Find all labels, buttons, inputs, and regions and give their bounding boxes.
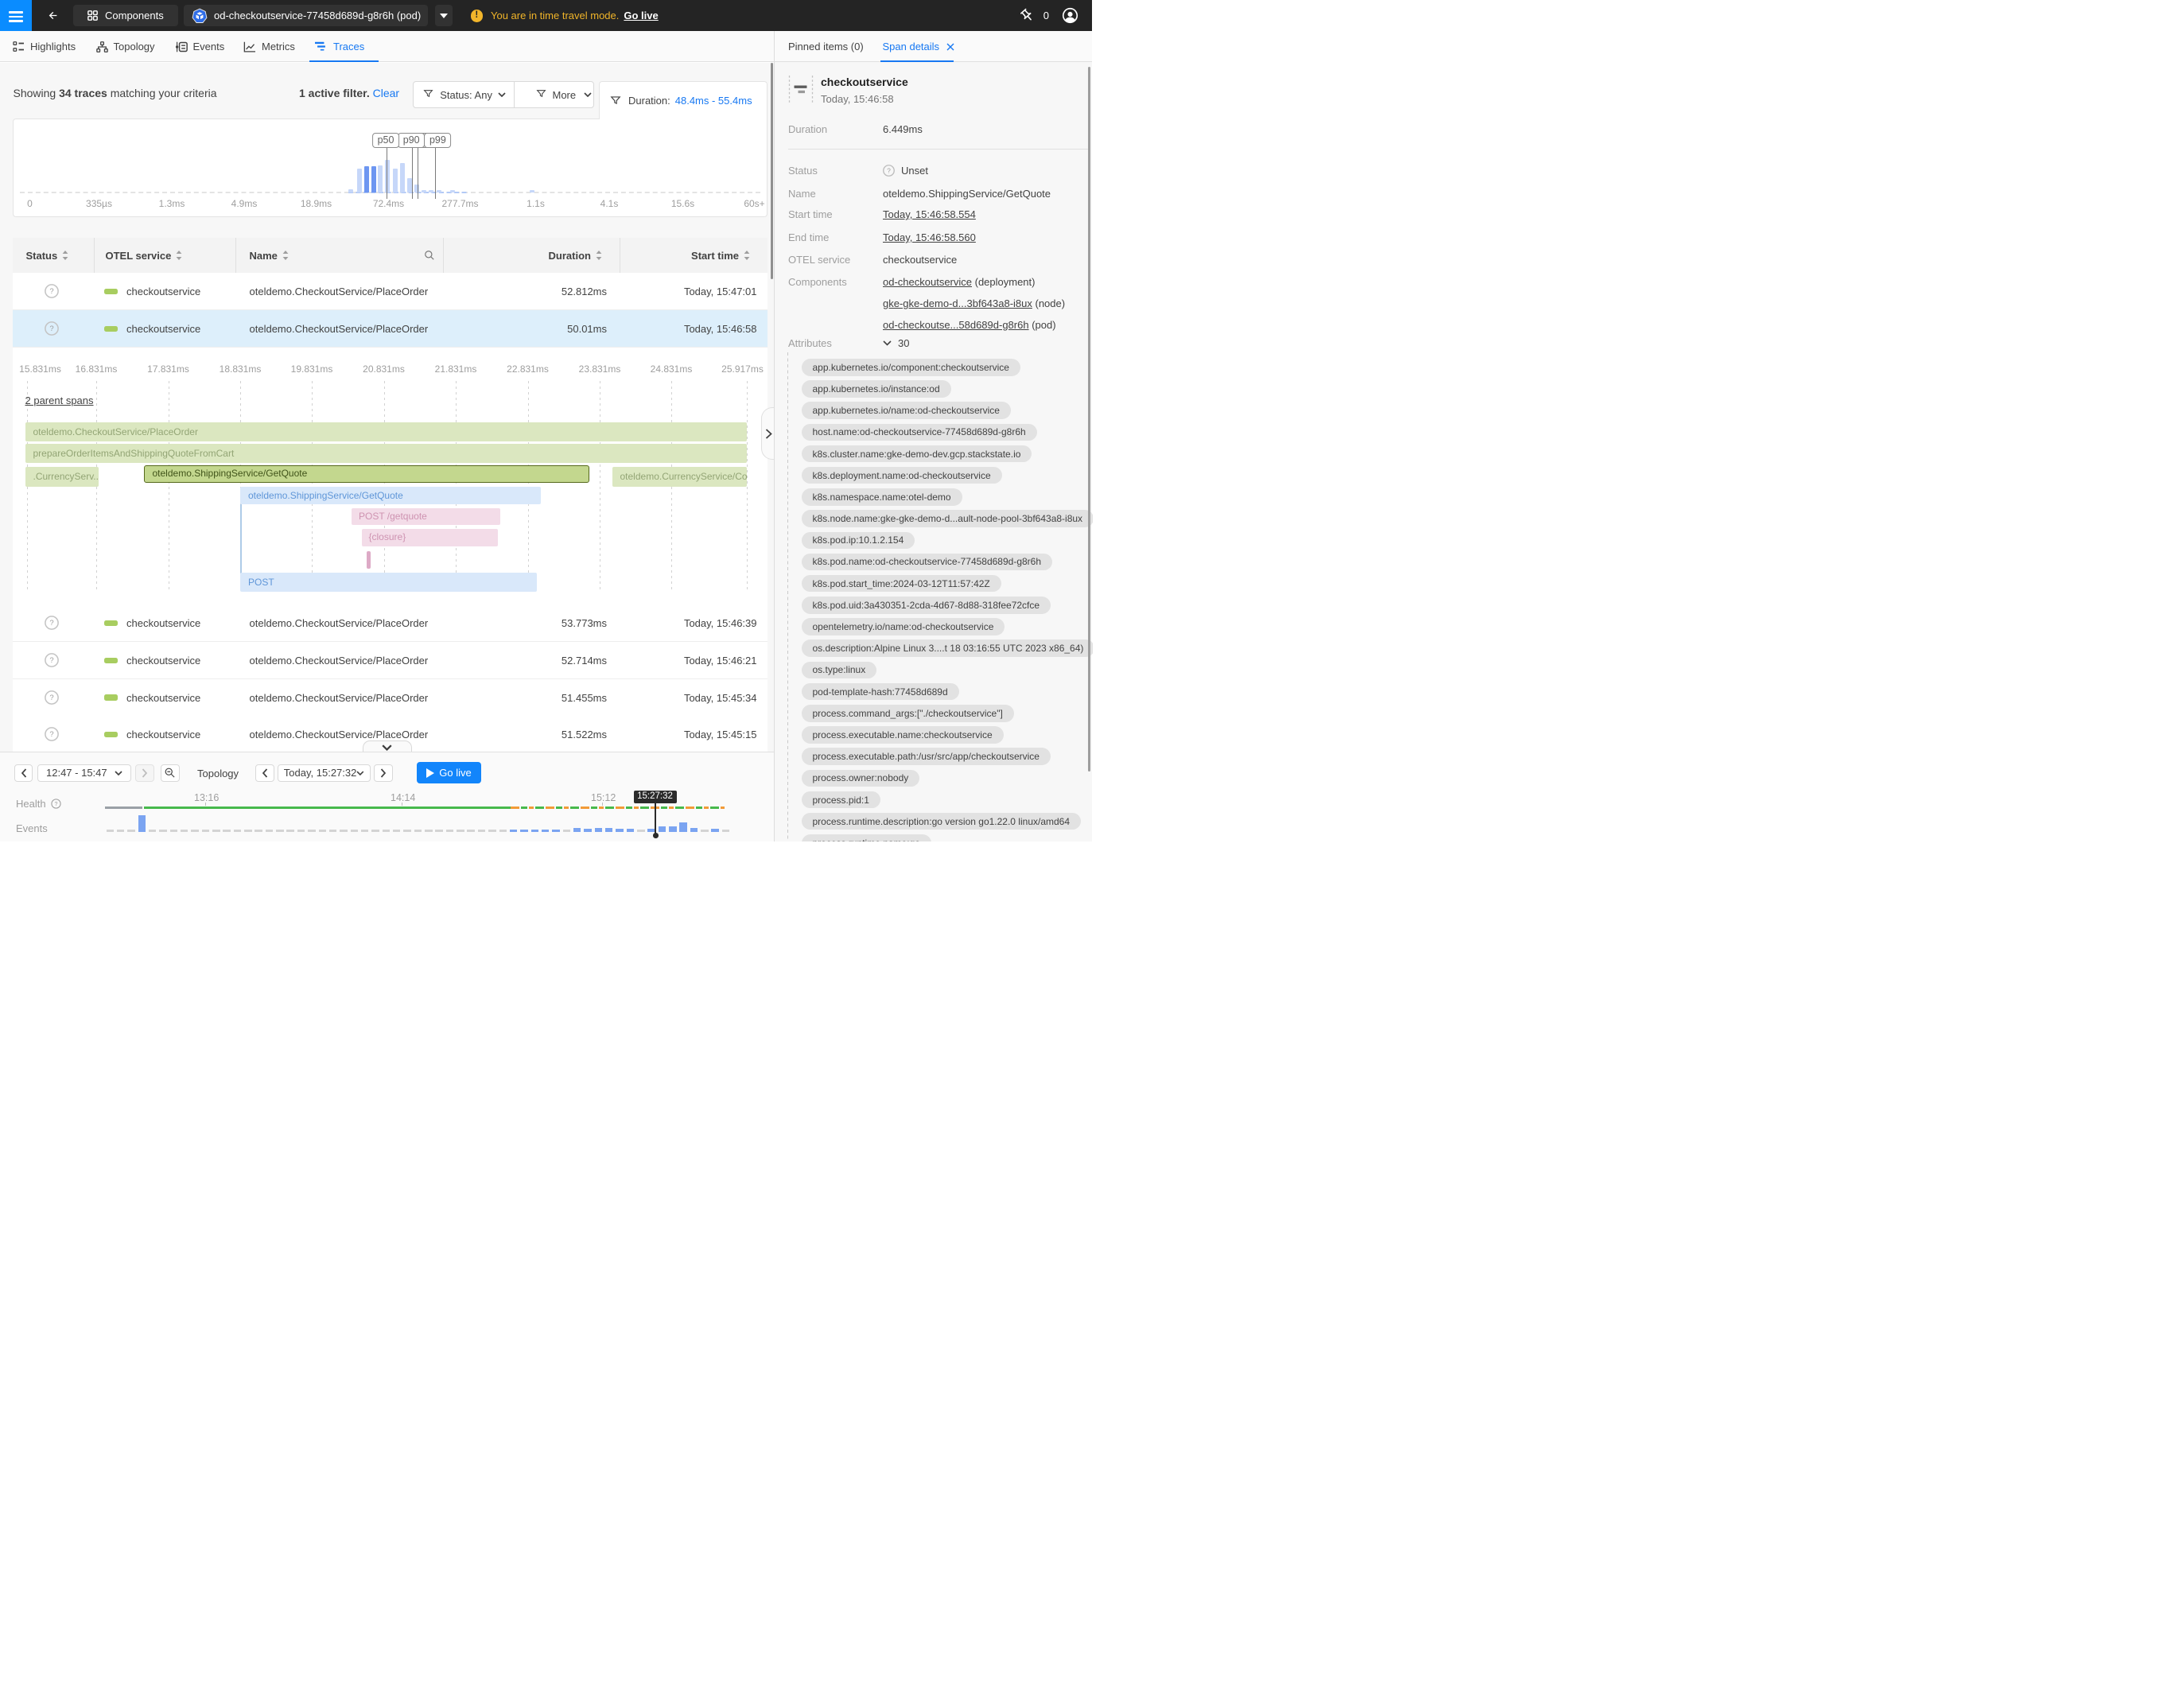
svg-text:?: ?: [49, 325, 53, 333]
svg-text:?: ?: [887, 168, 891, 175]
svg-text:?: ?: [49, 656, 53, 665]
svg-text:?: ?: [49, 287, 53, 296]
svg-text:?: ?: [49, 694, 53, 702]
svg-text:?: ?: [49, 730, 53, 739]
svg-text:?: ?: [49, 619, 53, 628]
